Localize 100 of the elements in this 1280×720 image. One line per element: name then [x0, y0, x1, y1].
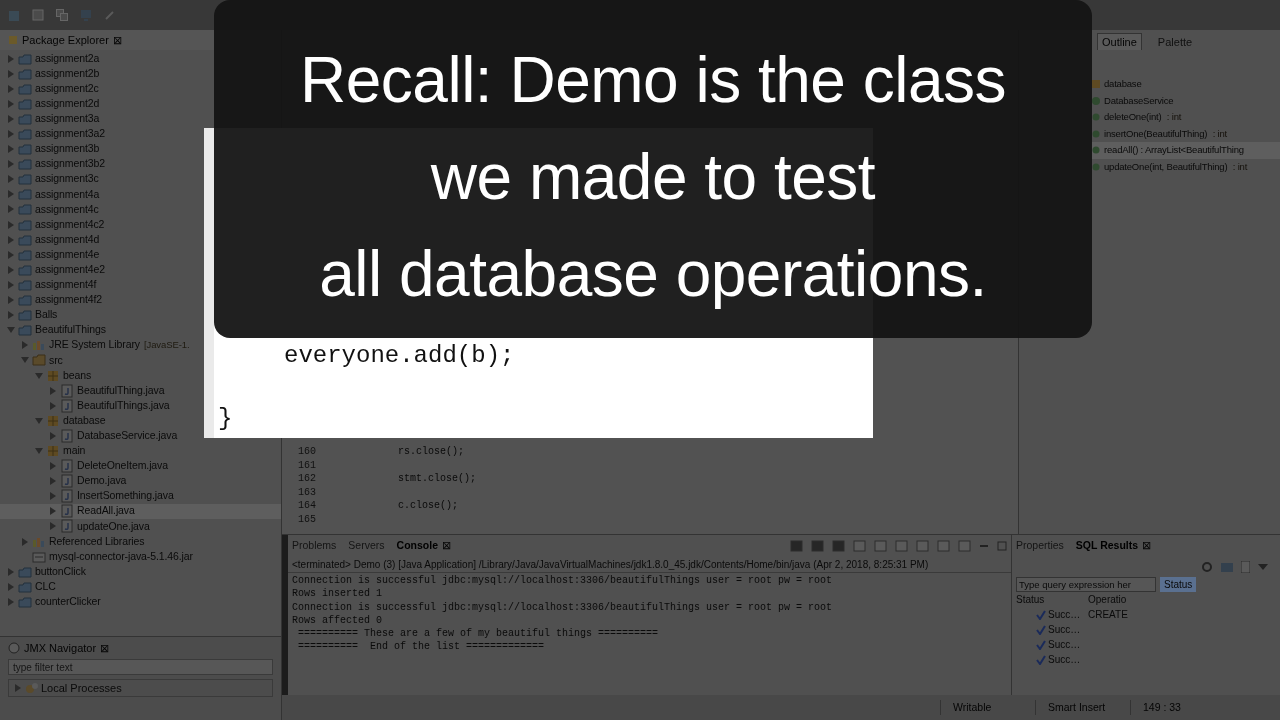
query-field[interactable]: Type query expression her — [1016, 577, 1156, 592]
collapsed-arrow-icon[interactable] — [6, 113, 16, 124]
outline-item[interactable]: updateOne(int, BeautifulThing) : int — [1091, 158, 1280, 175]
tree-item[interactable]: assignment4a — [0, 186, 100, 202]
document-icon[interactable] — [1241, 561, 1250, 573]
collapsed-arrow-icon[interactable] — [48, 400, 58, 411]
tree-item[interactable]: assignment4c — [0, 201, 99, 218]
collapsed-arrow-icon[interactable] — [6, 68, 16, 79]
collapsed-arrow-icon[interactable] — [6, 566, 16, 577]
tree-item[interactable]: Demo.java — [0, 473, 127, 489]
expanded-arrow-icon[interactable] — [34, 446, 44, 456]
tree-item[interactable]: assignment3a2 — [0, 126, 105, 142]
collapsed-arrow-icon[interactable] — [48, 506, 58, 517]
tree-item[interactable]: assignment4c2 — [0, 217, 105, 233]
tree-item[interactable]: BeautifulThings — [0, 322, 106, 338]
tree-item[interactable]: assignment3b — [0, 141, 100, 157]
expanded-arrow-icon[interactable] — [34, 370, 44, 381]
outline-item[interactable]: insertOne(BeautifulThing) : int — [1091, 125, 1280, 142]
collapsed-arrow-icon[interactable] — [6, 249, 16, 260]
caret-icon[interactable] — [1258, 564, 1268, 570]
panel-tab[interactable]: Console — [396, 538, 438, 554]
tree-item[interactable]: assignment4f — [0, 277, 97, 293]
column-header[interactable]: Operatio — [1088, 592, 1156, 607]
tree-item[interactable]: assignment2b — [0, 66, 100, 82]
tree-item[interactable]: Balls — [0, 307, 58, 323]
tree-item[interactable]: BeautifulThings.java — [0, 398, 170, 414]
tree-item[interactable]: Referenced Libraries — [0, 534, 145, 550]
tree-item[interactable]: assignment2a — [0, 51, 100, 67]
save-icon[interactable] — [32, 9, 44, 21]
collapsed-arrow-icon[interactable] — [6, 144, 16, 155]
panel-tab[interactable]: Servers — [348, 538, 385, 554]
save-all-icon[interactable] — [56, 9, 68, 21]
collapsed-arrow-icon[interactable] — [6, 189, 16, 200]
collapsed-arrow-icon[interactable] — [6, 596, 16, 607]
outline-item[interactable]: deleteOne(int) : int — [1091, 109, 1280, 126]
panel-tab[interactable]: Properties — [1016, 538, 1064, 554]
panel-tab[interactable]: Outline — [1097, 32, 1142, 50]
panel-tab[interactable]: SQL Results — [1075, 538, 1139, 554]
filter-field[interactable]: type filter text — [8, 659, 273, 675]
tree-item[interactable]: JRE System Library [JavaSE-1. — [0, 337, 190, 353]
tree-item[interactable]: counterClicker — [0, 594, 101, 610]
collapsed-arrow-icon[interactable] — [6, 310, 16, 321]
collapsed-arrow-icon[interactable] — [6, 264, 16, 275]
collapsed-arrow-icon[interactable] — [6, 234, 16, 245]
tree-item[interactable]: src — [0, 352, 63, 368]
collapsed-arrow-icon[interactable] — [13, 683, 23, 693]
tree-item[interactable]: assignment4f2 — [0, 292, 102, 308]
tree-item[interactable]: buttonClick — [0, 564, 86, 580]
collapsed-arrow-icon[interactable] — [20, 536, 30, 547]
gear-icon[interactable] — [1201, 561, 1213, 573]
outline-item[interactable]: DatabaseService — [1091, 92, 1280, 109]
collapsed-arrow-icon[interactable] — [6, 279, 16, 290]
collapsed-arrow-icon[interactable] — [6, 219, 16, 230]
collapsed-arrow-icon[interactable] — [48, 385, 58, 396]
panel-tab[interactable]: Problems — [292, 538, 337, 554]
tree-item[interactable]: ReadAll.java — [0, 503, 281, 519]
collapsed-arrow-icon[interactable] — [6, 98, 16, 109]
close-tab-button[interactable]: ⊠ — [100, 639, 110, 657]
collapsed-arrow-icon[interactable] — [6, 295, 16, 306]
close-tab-button[interactable]: ⊠ — [1142, 538, 1152, 554]
maximize-icon[interactable] — [997, 541, 1007, 551]
tree-item[interactable]: assignment2d — [0, 96, 100, 112]
tree-item[interactable]: assignment4e — [0, 247, 100, 263]
tree-item[interactable]: CLC — [0, 579, 56, 595]
tree-item[interactable]: beans — [0, 367, 92, 384]
tree-item[interactable]: DatabaseService.java — [0, 428, 178, 444]
folder-icon[interactable] — [1221, 562, 1233, 572]
collapsed-arrow-icon[interactable] — [48, 521, 58, 532]
collapsed-arrow-icon[interactable] — [6, 159, 16, 170]
collapsed-arrow-icon[interactable] — [6, 174, 16, 185]
collapsed-arrow-icon[interactable] — [48, 491, 58, 502]
tree-item[interactable]: assignment4d — [0, 232, 100, 248]
tree-item[interactable]: updateOne.java — [0, 518, 150, 534]
tree-item[interactable]: DeleteOneItem.java — [0, 458, 168, 474]
tree-item[interactable]: assignment3a — [0, 111, 100, 127]
expanded-arrow-icon[interactable] — [34, 415, 44, 426]
collapsed-arrow-icon[interactable] — [6, 129, 16, 139]
tree-item[interactable]: database — [0, 413, 106, 429]
tree-item[interactable]: assignment3b2 — [0, 156, 105, 172]
panel-tab[interactable]: Palette — [1153, 33, 1197, 50]
collapsed-arrow-icon[interactable] — [6, 83, 16, 94]
tree-item[interactable]: mysql-connector-java-5.1.46.jar — [0, 549, 193, 565]
collapsed-arrow-icon[interactable] — [48, 430, 58, 441]
outline-item[interactable]: database — [1091, 76, 1280, 93]
outline-item[interactable]: readAll() : ArrayList<BeautifulThing — [1091, 142, 1280, 159]
collapsed-arrow-icon[interactable] — [6, 581, 16, 592]
collapsed-arrow-icon[interactable] — [6, 53, 16, 64]
tree-item[interactable]: BeautifulThing.java — [0, 383, 165, 399]
tree-item[interactable]: InsertSomething.java — [0, 488, 174, 504]
collapsed-arrow-icon[interactable] — [48, 476, 58, 487]
tree-item[interactable]: assignment3c — [0, 171, 99, 187]
collapsed-arrow-icon[interactable] — [48, 461, 58, 472]
tree-item[interactable]: assignment2c — [0, 81, 99, 97]
close-tab-button[interactable]: ⊠ — [441, 538, 451, 554]
close-tab-button[interactable]: ⊠ — [112, 31, 122, 49]
tree-item[interactable]: assignment4e2 — [0, 262, 105, 278]
collapsed-arrow-icon[interactable] — [6, 204, 16, 215]
tree-item[interactable]: main — [0, 443, 86, 459]
collapsed-arrow-icon[interactable] — [20, 340, 30, 351]
status-tab[interactable]: Status — [1160, 577, 1197, 592]
